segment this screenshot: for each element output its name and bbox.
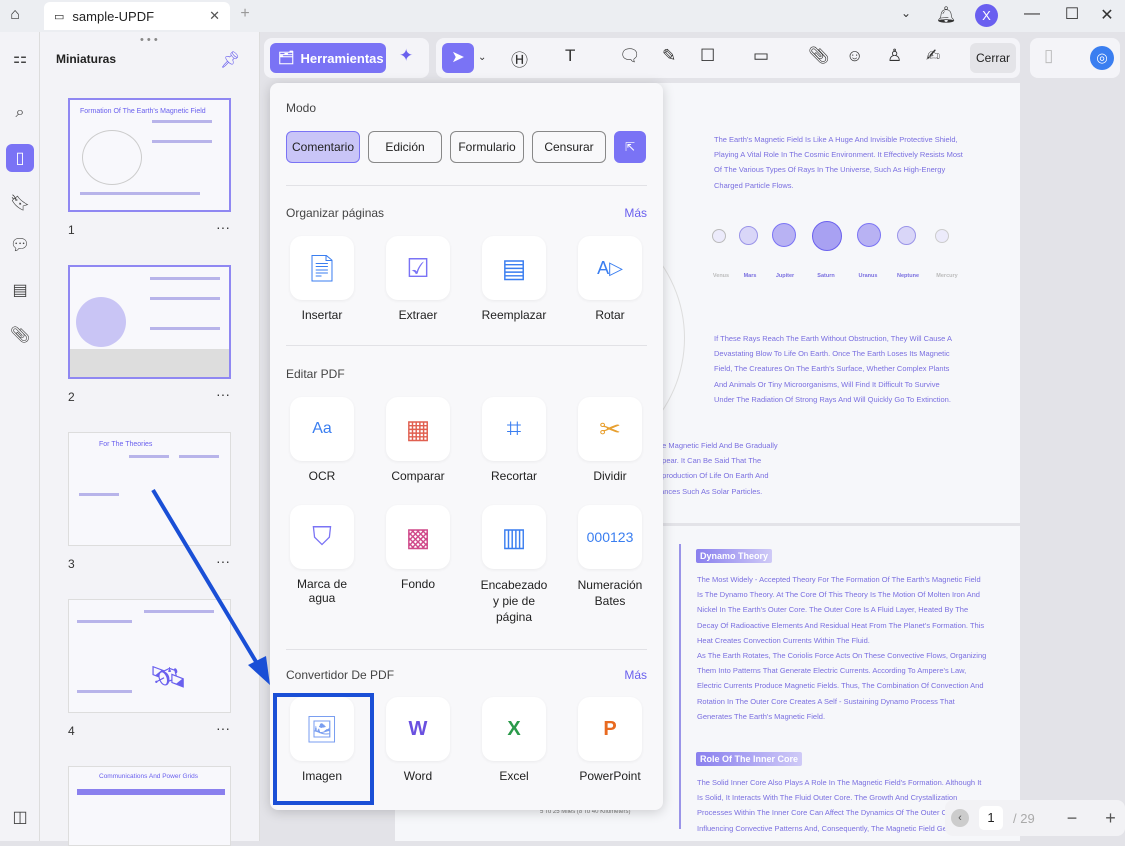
page-input[interactable]: 1: [979, 806, 1003, 830]
page-navigator: ‹ 1 / 29 − +: [945, 800, 1125, 836]
prev-page-icon[interactable]: ‹: [951, 809, 969, 827]
zoom-in-icon[interactable]: +: [1105, 808, 1116, 829]
annotation-arrow: [151, 488, 270, 685]
page-total: / 29: [1013, 810, 1035, 826]
zoom-out-icon[interactable]: −: [1067, 808, 1078, 829]
